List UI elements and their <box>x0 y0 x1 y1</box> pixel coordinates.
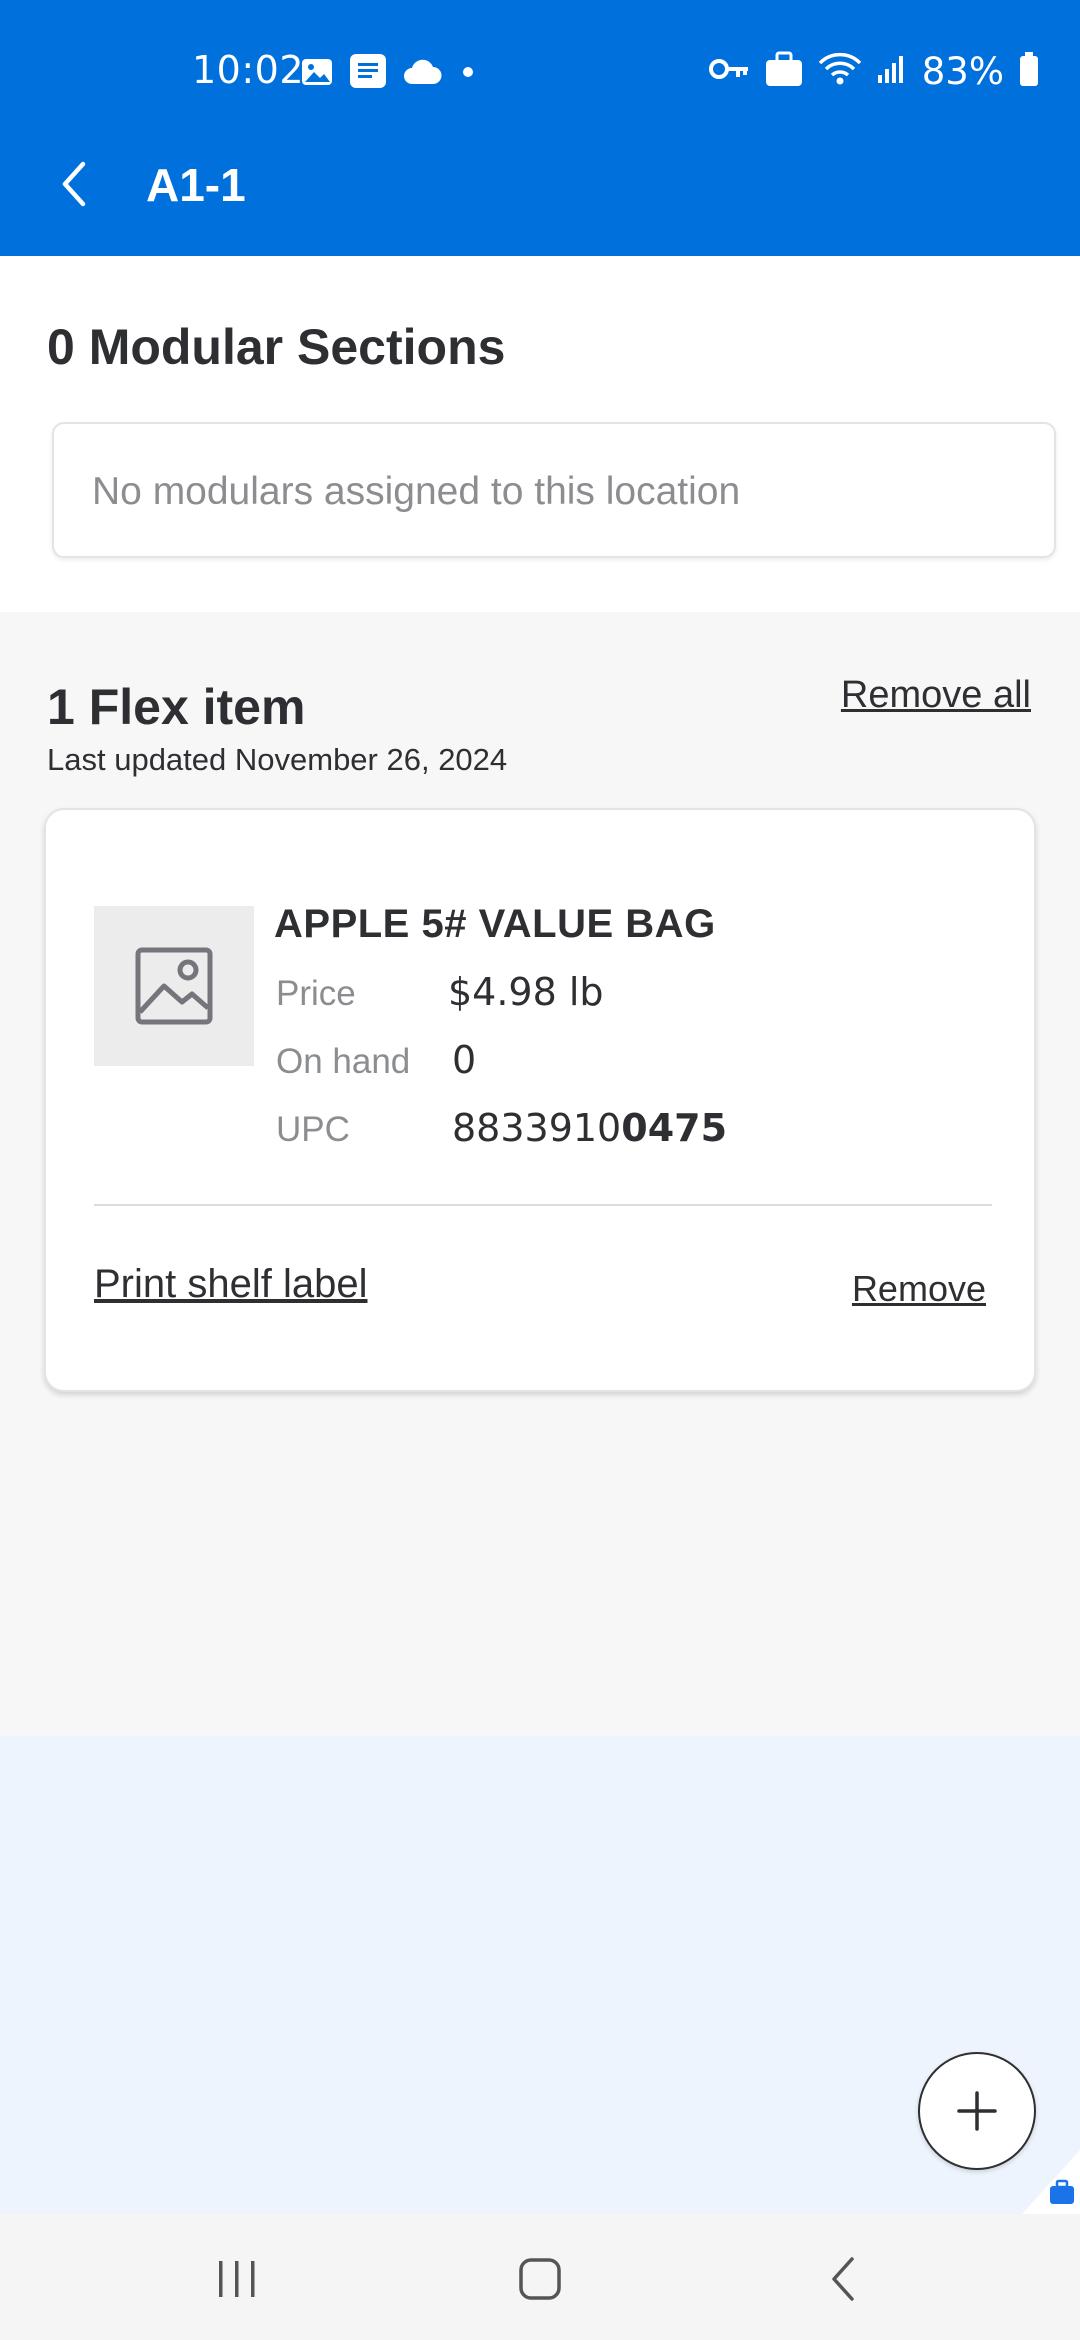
plus-icon <box>957 2091 997 2131</box>
image-placeholder-icon <box>135 947 213 1025</box>
cloud-icon <box>402 58 442 91</box>
last-updated-text: Last updated November 26, 2024 <box>47 742 508 777</box>
message-icon <box>348 52 388 97</box>
page-title: A1-1 <box>146 159 246 211</box>
recent-apps-button[interactable] <box>192 2244 282 2314</box>
add-item-button[interactable] <box>918 2052 1036 2170</box>
modular-empty-card: No modulars assigned to this location <box>52 422 1056 558</box>
back-button[interactable] <box>50 156 98 212</box>
item-name: APPLE 5# VALUE BAG <box>274 902 716 946</box>
on-hand-value: 0 <box>452 1038 477 1082</box>
system-nav-bar <box>0 2214 1080 2340</box>
modular-empty-text: No modulars assigned to this location <box>92 470 741 513</box>
dot-icon <box>456 60 480 89</box>
status-time: 10:02 <box>192 48 305 92</box>
modular-section-title: 0 Modular Sections <box>47 319 506 375</box>
upc-value: 88339100475 <box>452 1106 727 1150</box>
price-label: Price <box>276 974 356 1013</box>
modular-section: 0 Modular Sections No modulars assigned … <box>0 256 1080 612</box>
upc-label: UPC <box>276 1110 350 1149</box>
battery-percent: 83% <box>921 50 1004 93</box>
nav-back-button[interactable] <box>798 2244 888 2314</box>
flex-item-card: APPLE 5# VALUE BAG Price $4.98 lb On han… <box>44 808 1036 1392</box>
battery-icon <box>1018 51 1040 92</box>
signal-icon <box>876 53 908 90</box>
print-shelf-label-link[interactable]: Print shelf label <box>94 1262 367 1307</box>
system-icons: 83% <box>708 50 1040 93</box>
vpn-key-icon <box>708 54 750 89</box>
upc-prefix: 8833910 <box>452 1106 622 1150</box>
on-hand-label: On hand <box>276 1042 411 1081</box>
recent-apps-icon <box>219 2261 255 2297</box>
item-thumbnail <box>94 906 254 1066</box>
status-bar: 10:02 83% <box>0 0 1080 140</box>
home-icon <box>519 2258 561 2300</box>
chevron-left-icon <box>62 161 86 207</box>
work-profile-badge <box>1022 2150 1080 2214</box>
image-icon <box>300 55 334 94</box>
remove-all-link[interactable]: Remove all <box>841 674 1031 717</box>
upc-suffix: 0475 <box>621 1106 728 1150</box>
card-divider <box>94 1204 992 1206</box>
app-header: 10:02 83% A1-1 <box>0 0 1080 256</box>
wifi-icon <box>818 51 862 92</box>
back-icon <box>832 2257 854 2301</box>
remove-item-link[interactable]: Remove <box>852 1268 986 1310</box>
flex-section: 1 Flex item Remove all Last updated Nove… <box>0 612 1080 1736</box>
flex-section-title: 1 Flex item <box>47 679 306 735</box>
home-button[interactable] <box>495 2244 585 2314</box>
briefcase-icon <box>764 50 804 93</box>
price-value: $4.98 lb <box>448 970 604 1014</box>
notification-icons <box>300 52 480 97</box>
